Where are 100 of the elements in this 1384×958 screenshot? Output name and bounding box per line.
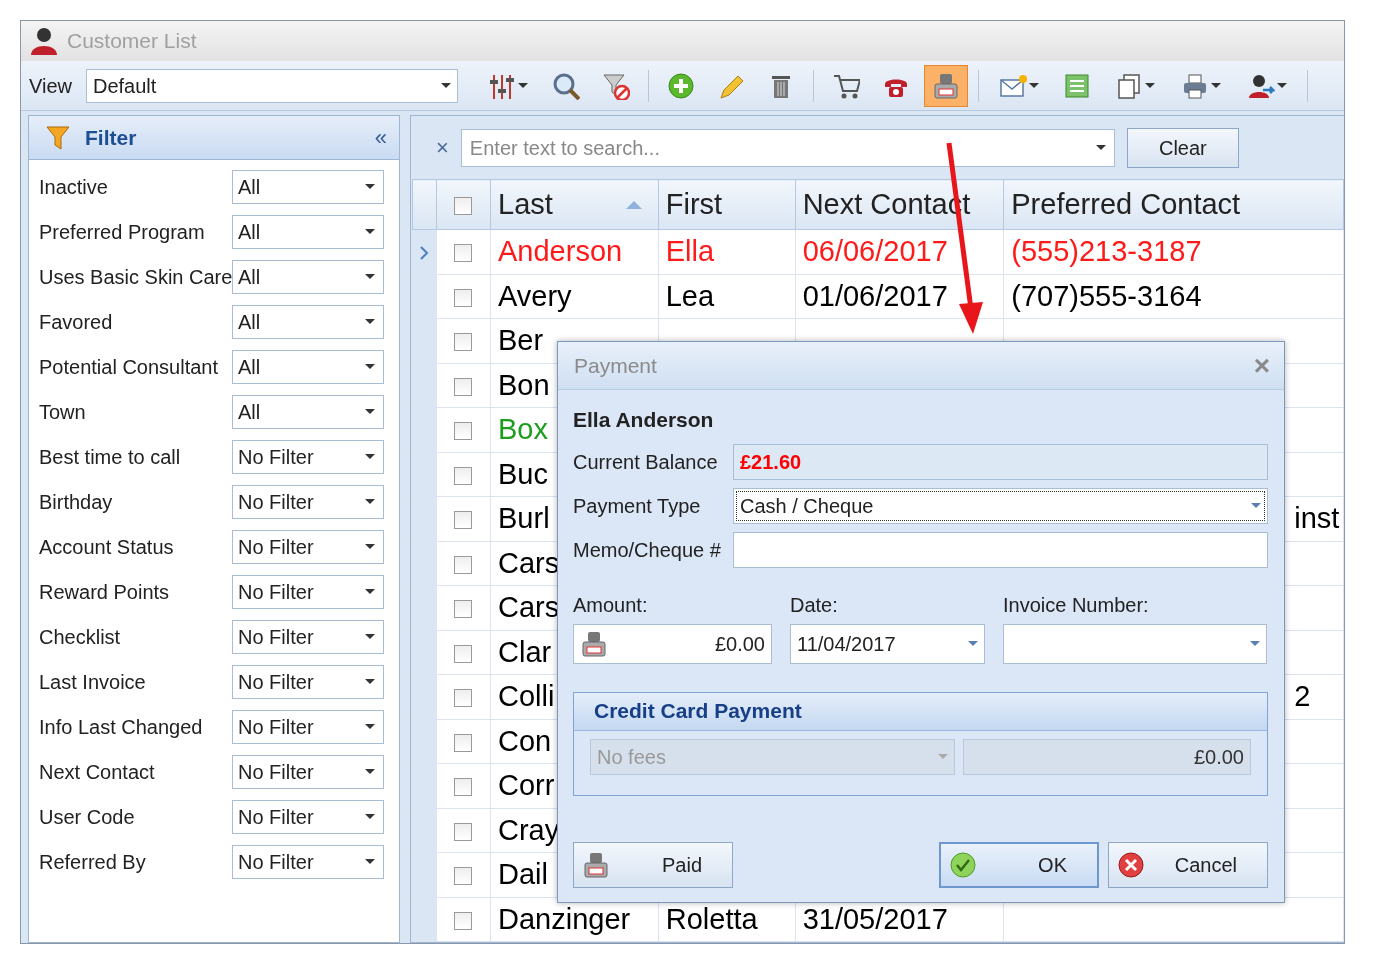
customer-name: Ella Anderson	[573, 407, 715, 433]
search-placeholder: Enter text to search...	[469, 135, 660, 161]
add-icon	[667, 71, 695, 100]
row-checkbox[interactable]	[454, 822, 473, 841]
table-cell: (555)213-3187	[1011, 235, 1202, 267]
row-checkbox[interactable]	[454, 733, 473, 752]
table-cell: Ella	[665, 235, 715, 267]
filter-label: Reward Points	[39, 579, 171, 605]
copy-icon	[1115, 71, 1143, 100]
search-field[interactable]: Enter text to search...	[460, 128, 1115, 167]
filter-label: Preferred Program	[39, 219, 206, 245]
payment-type-select[interactable]: Cash / Cheque	[733, 487, 1268, 524]
filter-select[interactable]: All	[232, 169, 384, 204]
row-checkbox[interactable]	[454, 288, 473, 307]
table-cell: Clar	[498, 635, 552, 668]
caret-icon	[1145, 83, 1155, 88]
filter-select[interactable]: All	[232, 214, 384, 249]
caret-icon	[365, 589, 375, 594]
paid-stamp-icon	[582, 850, 610, 879]
row-checkbox[interactable]	[454, 867, 473, 886]
select-value: No Filter	[238, 849, 314, 875]
filter-select[interactable]: No Filter	[232, 484, 384, 519]
filter-label: Referred By	[39, 849, 147, 875]
filter-select[interactable]: No Filter	[232, 574, 384, 609]
row-checkbox[interactable]	[454, 377, 473, 396]
row-checkbox[interactable]	[454, 333, 473, 352]
paid-button[interactable]: Paid	[573, 841, 733, 888]
filter-select[interactable]: No Filter	[232, 709, 384, 744]
amount-field[interactable]: £0.00	[573, 623, 772, 664]
filter-select[interactable]: No Filter	[232, 439, 384, 474]
field-label: Amount:	[573, 592, 649, 618]
collapse-button[interactable]: «	[374, 121, 387, 154]
select-value: No Filter	[238, 534, 314, 560]
table-cell: 31/05/2017	[802, 902, 948, 935]
filter-select[interactable]: All	[232, 349, 384, 384]
printer-icon	[1181, 71, 1209, 100]
list-icon	[1063, 71, 1091, 100]
select-value: No Filter	[238, 489, 314, 515]
filter-select[interactable]: All	[232, 304, 384, 339]
search-icon	[552, 71, 580, 100]
filter-clear-icon	[602, 71, 630, 100]
select-value: No Filter	[238, 714, 314, 740]
caret-icon	[365, 679, 375, 684]
funnel-icon	[45, 123, 71, 152]
filter-select[interactable]: No Filter	[232, 664, 384, 699]
table-cell: Roletta	[665, 902, 758, 935]
select-value: No Filter	[238, 759, 314, 785]
clear-search-button[interactable]: ×	[436, 131, 449, 164]
row-checkbox[interactable]	[454, 511, 473, 530]
filter-select[interactable]: No Filter	[232, 529, 384, 564]
row-checkbox[interactable]	[454, 689, 473, 708]
filter-label: Potential Consultant	[39, 354, 219, 380]
caret-icon	[365, 184, 375, 189]
table-cell: Cars	[498, 591, 560, 623]
table-cell: 06/06/2017	[802, 235, 948, 267]
caret-icon	[365, 544, 375, 549]
select-value: No Filter	[238, 624, 314, 650]
filter-select[interactable]: No Filter	[232, 844, 384, 879]
table-cell: (707)555-3164	[1011, 279, 1202, 312]
row-checkbox[interactable]	[454, 466, 473, 485]
select-value: No Filter	[238, 804, 314, 830]
row-checkbox[interactable]	[454, 644, 473, 663]
filter-select[interactable]: All	[232, 259, 384, 294]
caret-icon	[365, 319, 375, 324]
filter-select[interactable]: No Filter	[232, 619, 384, 654]
filter-label: Inactive	[39, 174, 109, 200]
caret-icon	[1095, 145, 1106, 150]
memo-field[interactable]	[733, 531, 1268, 568]
cancel-button[interactable]: Cancel	[1108, 841, 1268, 888]
check-icon	[949, 850, 977, 879]
ok-button[interactable]: OK	[939, 841, 1099, 888]
invoice-select[interactable]	[1003, 623, 1267, 664]
row-checkbox[interactable]	[454, 778, 473, 797]
filter-select[interactable]: All	[232, 394, 384, 429]
row-checkbox[interactable]	[454, 244, 473, 263]
filter-select[interactable]: No Filter	[232, 754, 384, 789]
clear-button[interactable]: Clear	[1126, 127, 1239, 168]
filter-label: Uses Basic Skin Care	[39, 264, 232, 290]
row-checkbox[interactable]	[454, 422, 473, 441]
filter-label: Checklist	[39, 624, 122, 650]
row-checkbox[interactable]	[454, 555, 473, 574]
field-label: Invoice Number:	[1003, 592, 1150, 618]
view-select[interactable]: Default	[86, 68, 458, 103]
filter-label: Favored	[39, 309, 114, 335]
select-value: Cash / Cheque	[740, 493, 874, 519]
table-cell: Colli	[498, 680, 555, 712]
select-value: All	[238, 309, 261, 335]
row-checkbox[interactable]	[454, 911, 473, 930]
caret-icon	[365, 454, 375, 459]
row-checkbox[interactable]	[454, 600, 473, 619]
table-cell: Burl	[498, 502, 550, 534]
cancel-icon	[1117, 850, 1145, 879]
filter-select[interactable]: No Filter	[232, 799, 384, 834]
panel-title: Filter	[85, 124, 138, 151]
select-all-checkbox[interactable]	[454, 197, 473, 216]
caret-icon	[1277, 83, 1287, 88]
table-cell: Corr	[498, 769, 555, 801]
date-select[interactable]: 11/04/2017	[790, 623, 985, 664]
field-label: Memo/Cheque #	[573, 537, 722, 563]
table-cell: Cray	[498, 813, 560, 846]
